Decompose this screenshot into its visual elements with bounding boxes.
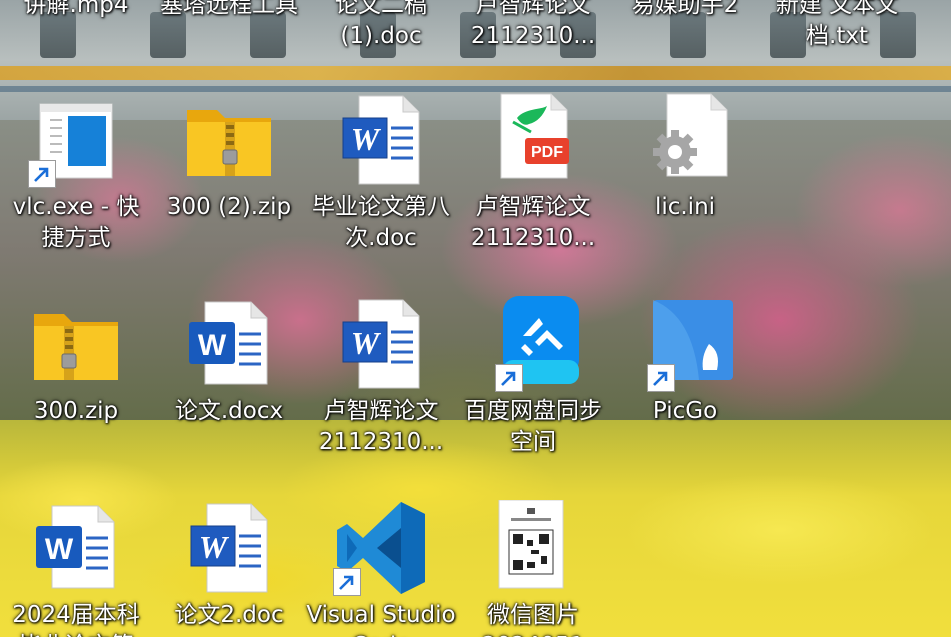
desktop-icon-word-docx[interactable]: W 2024届本科 毕业论文第 (0, 500, 152, 637)
word-letter: W (198, 329, 227, 362)
desktop-icon-doc[interactable]: 论文二稿 (1).doc (305, 0, 457, 52)
desktop-icon-picgo[interactable]: PicGo (609, 296, 761, 427)
zip-folder-icon (181, 92, 277, 188)
shortcut-arrow-icon (647, 364, 675, 392)
icon-label: vlc.exe - 快 捷方式 (12, 194, 140, 251)
word-letter: W (351, 325, 382, 361)
shortcut-arrow-icon (495, 364, 523, 392)
desktop-icon-word-doc[interactable]: W 卢智辉论文 2112310... (305, 296, 457, 458)
desktop-icon-image[interactable]: 微信图片 2024051 (457, 499, 609, 637)
icon-label: 易媒助手2 (631, 0, 739, 18)
desktop-icon-txt[interactable]: 新建 文本文 档.txt (761, 0, 913, 52)
icon-label: 讲解.mp4 (23, 0, 129, 18)
desktop-icon-remote-tool[interactable]: 塞塔远程工具 (153, 0, 305, 21)
icon-label: Visual Studio Code (306, 602, 456, 637)
icon-label: 塞塔远程工具 (160, 0, 298, 18)
icon-label: 毕业论文第八 次.doc (312, 194, 450, 251)
desktop-icon-vlc[interactable]: vlc.exe - 快 捷方式 (0, 92, 152, 254)
desktop-icon-word-doc[interactable]: W 论文2.doc (153, 500, 305, 631)
icon-label: 论文.docx (174, 398, 284, 424)
desktop-icon-app[interactable]: 易媒助手2 (609, 0, 761, 21)
picgo-icon (637, 296, 733, 392)
pdf-badge: PDF (531, 144, 563, 161)
icon-label: 新建 文本文 档.txt (775, 0, 899, 49)
desktop-icon-ini[interactable]: lic.ini (609, 92, 761, 223)
icon-label: lic.ini (654, 194, 716, 220)
desktop-icon-video[interactable]: 讲解.mp4 (0, 0, 152, 21)
icon-label: 300 (2).zip (166, 194, 292, 220)
icon-label: 微信图片 2024051 (482, 602, 584, 637)
icon-label: PicGo (652, 398, 718, 424)
wallpaper-train-stripe (0, 66, 951, 80)
word-docx-icon: W (28, 500, 124, 596)
pdf-icon: PDF (485, 92, 581, 188)
desktop-icon-zip[interactable]: 300.zip (0, 296, 152, 427)
desktop-icon-baidu-netdisk[interactable]: 百度网盘同步 空间 (457, 296, 609, 458)
baidu-netdisk-icon (485, 296, 581, 392)
word-doc-icon: W (333, 296, 429, 392)
word-letter: W (351, 121, 382, 157)
desktop-icon-pdf[interactable]: PDF 卢智辉论文 2112310... (457, 92, 609, 254)
ini-settings-icon (637, 92, 733, 188)
icon-label: 卢智辉论文 2112310... (470, 194, 596, 251)
word-doc-icon: W (333, 92, 429, 188)
icon-label: 300.zip (33, 398, 119, 424)
desktop-icon-vscode[interactable]: Visual Studio Code (305, 500, 457, 637)
icon-label: 百度网盘同步 空间 (464, 398, 602, 455)
icon-label: 卢智辉论文 2112310... (470, 0, 596, 49)
vscode-icon (333, 500, 429, 596)
shortcut-arrow-icon (333, 568, 361, 596)
desktop-icon-doc[interactable]: 卢智辉论文 2112310... (457, 0, 609, 52)
image-thumbnail-icon (485, 499, 581, 596)
zip-folder-icon (28, 296, 124, 392)
word-letter: W (45, 533, 74, 566)
desktop-icon-word-docx[interactable]: W 论文.docx (153, 296, 305, 427)
desktop[interactable]: 讲解.mp4 塞塔远程工具 论文二稿 (1).doc 卢智辉论文 2112310… (0, 0, 951, 637)
icon-label: 论文2.doc (174, 602, 284, 628)
vlc-shortcut-icon (28, 92, 124, 188)
word-letter: W (199, 529, 230, 565)
word-docx-icon: W (181, 296, 277, 392)
icon-label: 2024届本科 毕业论文第 (12, 602, 140, 637)
icon-label: 卢智辉论文 2112310... (318, 398, 444, 455)
desktop-icon-word-doc[interactable]: W 毕业论文第八 次.doc (305, 92, 457, 254)
desktop-icon-zip[interactable]: 300 (2).zip (153, 92, 305, 223)
icon-label: 论文二稿 (1).doc (335, 0, 427, 49)
shortcut-arrow-icon (28, 160, 56, 188)
word-doc-icon: W (181, 500, 277, 596)
